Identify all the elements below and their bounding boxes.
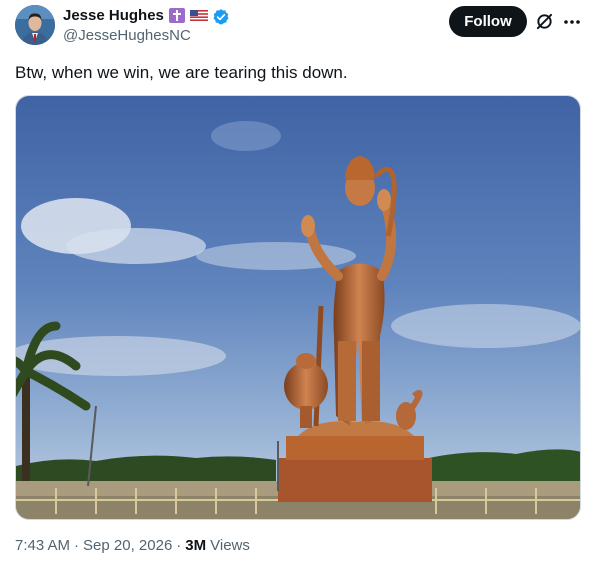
author-display-name[interactable]: Jesse Hughes [63,6,164,25]
views-label: Views [210,537,250,554]
tweet-time[interactable]: 7:43 AM [15,537,70,555]
views-count[interactable]: 3M [185,537,206,555]
meta-separator: · [176,537,182,554]
author-name-row: Jesse Hughes [63,6,230,25]
meta-separator: · [74,537,80,554]
avatar[interactable] [15,5,55,45]
tweet-date[interactable]: Sep 20, 2026 [83,537,172,555]
tweet-photo[interactable] [15,95,581,520]
grok-icon[interactable] [535,12,554,31]
us-flag-icon [189,8,208,23]
author-handle[interactable]: @JesseHughesNC [63,27,191,45]
cross-badge-icon [168,8,186,23]
more-icon[interactable] [562,13,582,30]
verified-badge-icon[interactable] [212,8,230,25]
tweet-meta: 7:43 AM · Sep 20, 2026 · 3M Views [15,537,250,555]
tweet-text: Btw, when we win, we are tearing this do… [15,63,348,82]
follow-button[interactable]: Follow [449,6,527,37]
